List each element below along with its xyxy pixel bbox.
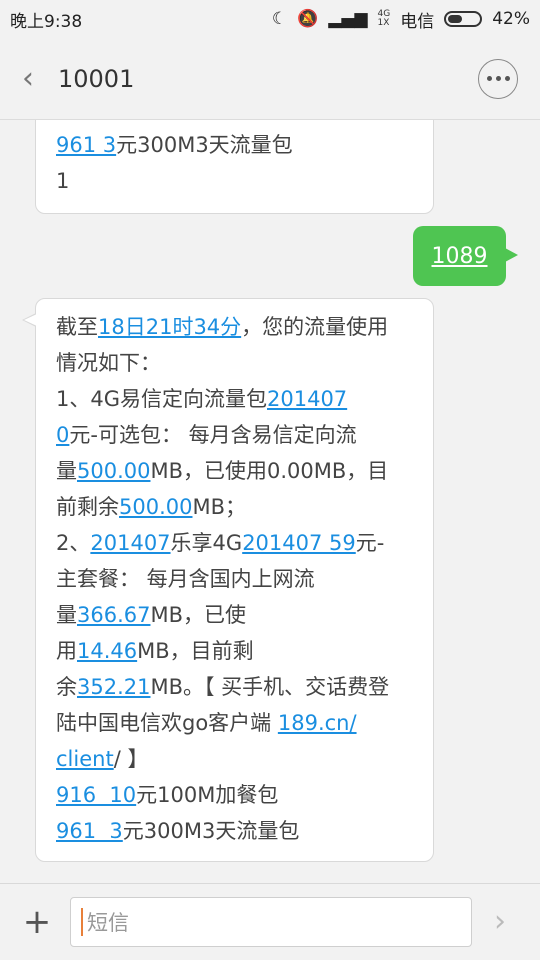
back-chevron-icon[interactable]: ‹ (22, 63, 58, 94)
text-caret (81, 908, 83, 936)
incoming-message-partial[interactable]: 961 3元300M3天流量包 1 (35, 120, 434, 214)
message-line: 0元-可选包： 每月含易信定向流 (56, 423, 357, 447)
message-line: 余352.21MB。【 买手机、交话费登 (56, 675, 390, 699)
moon-icon: ☾ (271, 9, 288, 29)
message-link[interactable]: 0 (56, 423, 69, 447)
message-link[interactable]: 18日21时34分 (98, 315, 241, 339)
message-link[interactable]: 500.00 (77, 459, 150, 483)
battery-level: 42% (492, 9, 530, 29)
message-line: 前剩余500.00MB； (56, 495, 247, 519)
message-link[interactable]: client (56, 747, 114, 771)
message-link[interactable]: 366.67 (77, 603, 150, 627)
contact-title: 10001 (58, 64, 135, 93)
message-line: 916 10元100M加餐包 (56, 783, 279, 807)
status-time: 晚上9:38 (10, 11, 83, 32)
message-line: 1 (56, 169, 70, 193)
status-bar: 晚上9:38 ☾ 🔕 ▂▄▆ 4G 1X 电信 42% (0, 0, 540, 38)
message-link[interactable]: 201407 (90, 531, 170, 555)
message-line: 2、201407乐享4G201407 59元- (56, 531, 385, 555)
message-line: 情况如下： (56, 351, 161, 375)
dot-icon (504, 76, 510, 81)
message-link[interactable]: 500.00 (119, 495, 192, 519)
message-link[interactable]: 201407 59 (242, 531, 356, 555)
message-line: 用14.46MB，目前剩 (56, 639, 254, 663)
outgoing-message-link[interactable]: 1089 (432, 244, 488, 269)
message-line: 961 3元300M3天流量包 (56, 133, 293, 157)
message-list[interactable]: 961 3元300M3天流量包 1 1089 截至18日21时34分，您的流量使… (0, 120, 540, 883)
compose-bar: + 短信 › (0, 883, 540, 960)
outgoing-message[interactable]: 1089 (413, 226, 518, 286)
incoming-message[interactable]: 截至18日21时34分，您的流量使用 情况如下： 1、4G易信定向流量包2014… (22, 298, 434, 862)
dot-icon (495, 76, 501, 81)
sms-input-placeholder: 短信 (87, 911, 129, 935)
send-chevron-icon[interactable]: › (494, 907, 506, 937)
message-link[interactable]: 961 3 (56, 819, 123, 843)
message-line: 1、4G易信定向流量包201407 (56, 387, 348, 411)
network-type: 4G 1X (377, 9, 391, 28)
message-line: 陆中国电信欢go客户端 189.cn/ (56, 711, 357, 735)
battery-icon (444, 11, 483, 27)
message-line: 量500.00MB，已使用0.00MB，目 (56, 459, 389, 483)
message-line: 961 3元300M3天流量包 (56, 819, 300, 843)
message-link[interactable]: 189.cn/ (278, 711, 357, 735)
conversation-header: ‹ 10001 (0, 38, 540, 120)
sms-input[interactable]: 短信 (70, 897, 472, 947)
message-link[interactable]: 201407 (267, 387, 347, 411)
more-options-button[interactable] (478, 58, 518, 99)
message-link[interactable]: 961 3 (56, 133, 116, 157)
message-link[interactable]: 916 10 (56, 783, 136, 807)
signal-icon: ▂▄▆ (328, 9, 368, 29)
message-line: 主套餐： 每月含国内上网流 (56, 567, 315, 591)
message-line: client/ 】 (56, 747, 149, 771)
message-line: 量366.67MB，已使 (56, 603, 247, 627)
message-link[interactable]: 352.21 (77, 675, 150, 699)
message-line: 截至18日21时34分，您的流量使用 (56, 315, 389, 339)
carrier-name: 电信 (400, 11, 435, 32)
message-link[interactable]: 14.46 (77, 639, 137, 663)
mute-bell-icon: 🔕 (297, 9, 319, 29)
status-icons: ☾ 🔕 ▂▄▆ 4G 1X 电信 42% (272, 7, 530, 32)
add-attachment-icon[interactable]: + (14, 905, 60, 939)
dot-icon (486, 76, 492, 81)
